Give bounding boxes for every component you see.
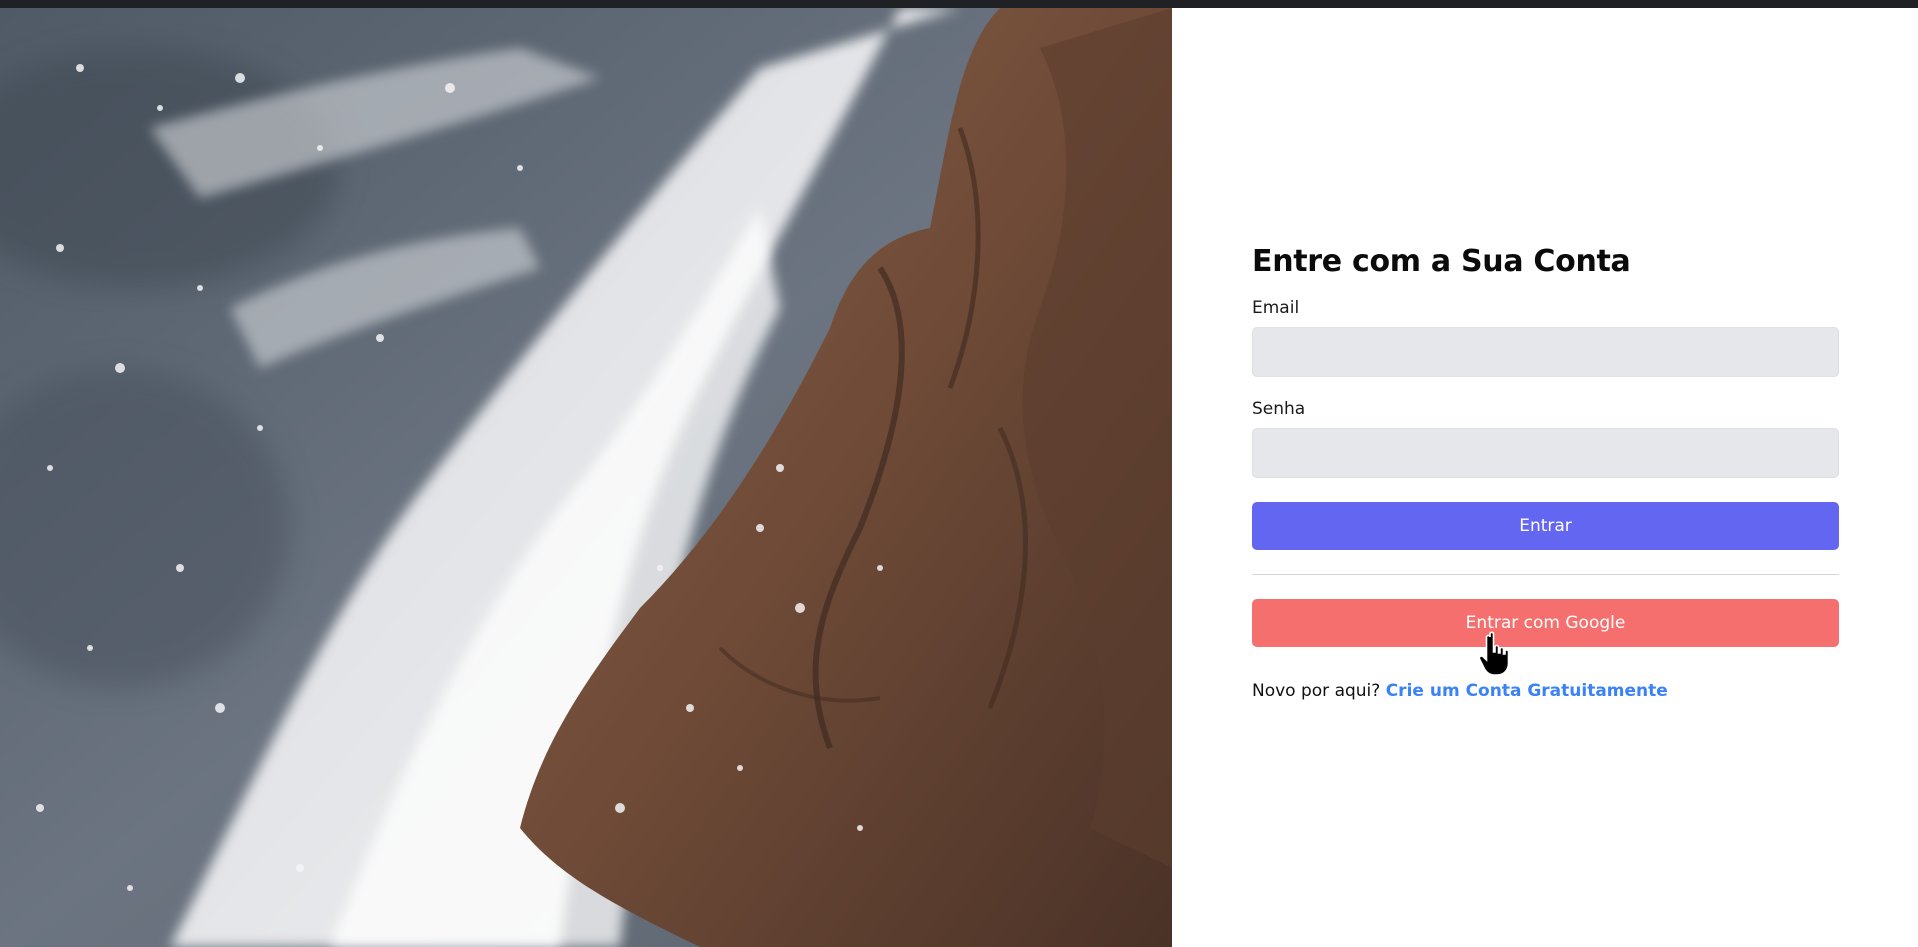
google-login-button[interactable]: Entrar com Google: [1252, 599, 1839, 647]
password-label: Senha: [1252, 399, 1306, 419]
divider: [1252, 574, 1839, 575]
signup-text: Novo por aqui? Crie um Conta Gratuitamen…: [1252, 681, 1839, 701]
signup-link[interactable]: Crie um Conta Gratuitamente: [1386, 681, 1668, 701]
email-field[interactable]: [1252, 327, 1839, 377]
email-label: Email: [1252, 298, 1300, 318]
password-field[interactable]: [1252, 428, 1839, 478]
browser-top-bar: [0, 0, 1918, 8]
hero-image-ocean-rocks: [0, 8, 1172, 947]
login-form: Entre com a Sua Conta Email Senha Entrar…: [1252, 244, 1839, 701]
page-title: Entre com a Sua Conta: [1252, 244, 1631, 279]
signup-prompt: Novo por aqui?: [1252, 681, 1381, 701]
login-panel: Entre com a Sua Conta Email Senha Entrar…: [1172, 8, 1918, 947]
submit-button[interactable]: Entrar: [1252, 502, 1839, 550]
